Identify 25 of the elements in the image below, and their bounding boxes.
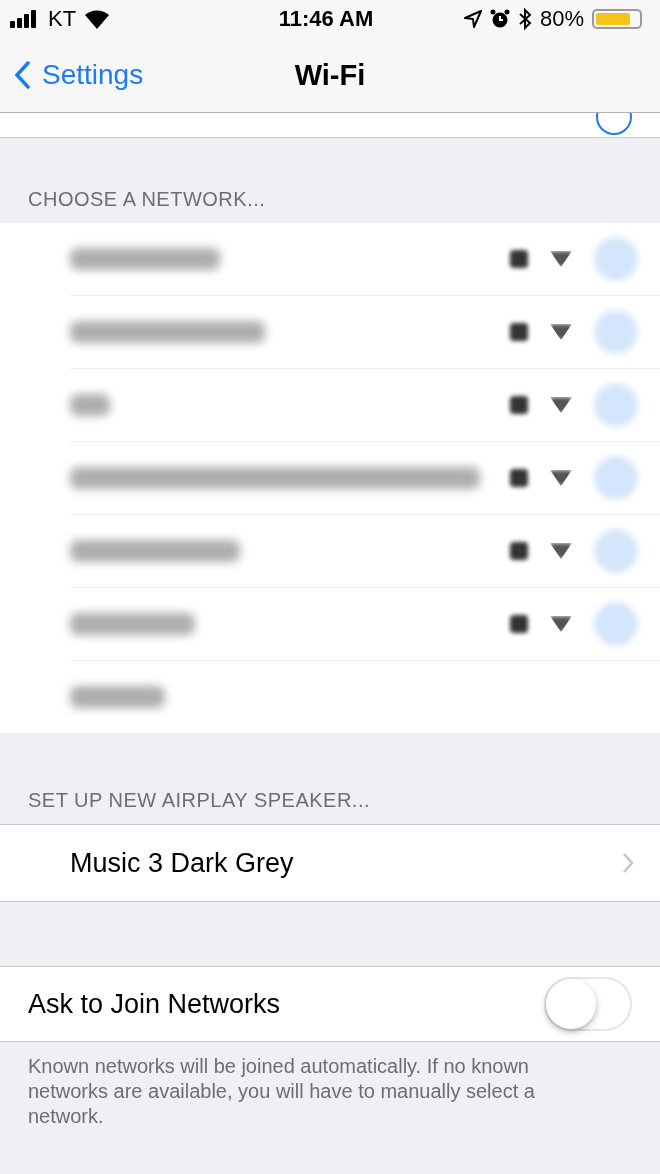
blurred-network-name[interactable] <box>70 321 265 343</box>
footer-note: Known networks will be joined automatically. If no known networks are available, you will have to manually select a network. <box>27 1054 536 1129</box>
battery-icon <box>592 9 642 29</box>
back-chevron-icon <box>14 61 30 89</box>
setting-label: Ask to Join Networks <box>28 988 281 1020</box>
blurred-network-name[interactable] <box>70 394 110 416</box>
carrier-name: KT <box>48 6 77 32</box>
blurred-network-name[interactable] <box>70 613 195 635</box>
blurred-network-name[interactable] <box>70 540 240 562</box>
section-header: SET UP NEW AIRPLAY SPEAKER... <box>27 788 372 813</box>
toggle-switch[interactable] <box>544 977 632 1031</box>
page-title: Wi-Fi <box>294 58 366 92</box>
clock-time: 11:46 AM <box>278 6 374 32</box>
back-button[interactable]: Settings <box>0 59 144 91</box>
wifi-icon <box>84 9 111 29</box>
blurred-network-name[interactable] <box>70 248 220 270</box>
battery-percent: 80% <box>539 6 584 32</box>
section-header: CHOOSE A NETWORK... <box>27 187 267 212</box>
location-arrow-icon <box>463 10 482 28</box>
chevron-icon <box>622 852 634 874</box>
bluetooth-icon <box>517 8 532 30</box>
speaker-row[interactable]: Music 3 Dark Grey <box>0 825 660 901</box>
blurred-network-name[interactable] <box>70 686 165 708</box>
alarm-clock-icon <box>489 9 510 29</box>
blurred-network-name[interactable] <box>70 467 480 489</box>
